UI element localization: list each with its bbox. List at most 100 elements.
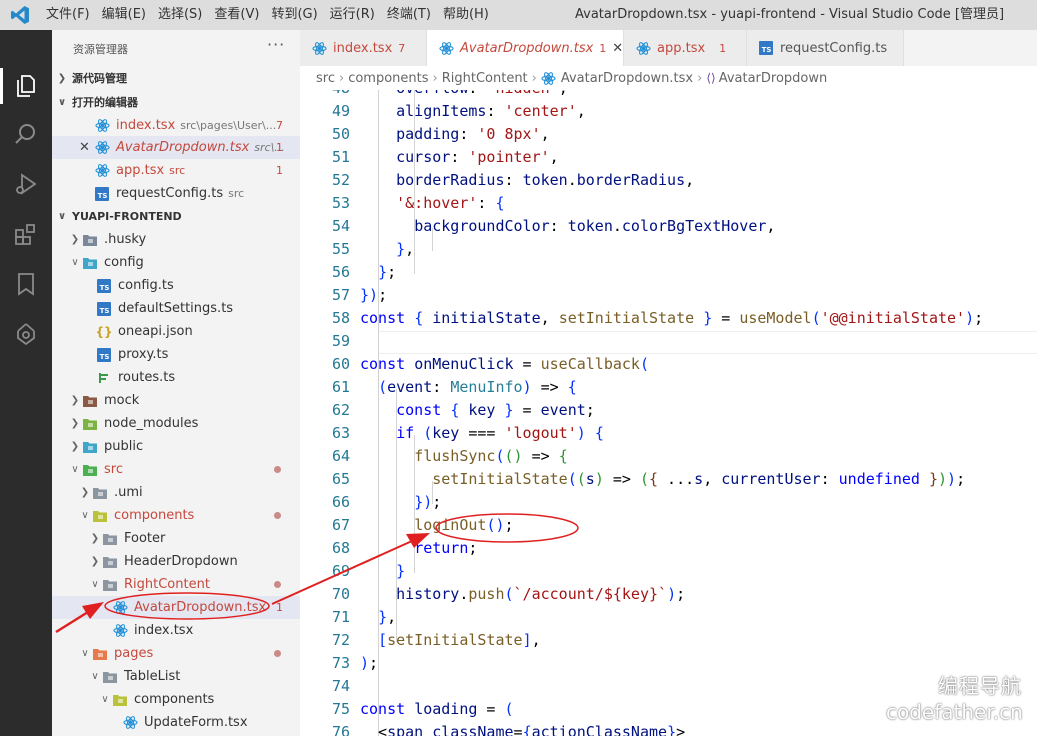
tab-request-config[interactable]: TS requestConfig.ts: [747, 30, 904, 66]
code-line[interactable]: },: [360, 240, 414, 258]
code-line[interactable]: const { key } = event;: [360, 401, 595, 419]
tree-folder[interactable]: ❯ Footer: [52, 527, 300, 550]
tree-folder[interactable]: ∨ config: [52, 251, 300, 274]
modified-dot: [274, 650, 281, 657]
tree-file[interactable]: TS defaultSettings.ts: [52, 297, 300, 320]
code-line[interactable]: '&:hover': {: [360, 194, 504, 212]
code-line[interactable]: });: [360, 286, 387, 304]
code-line[interactable]: backgroundColor: token.colorBgTextHover,: [360, 217, 775, 235]
section-project[interactable]: ∨ YUAPI-FRONTEND: [52, 205, 300, 227]
search-icon[interactable]: [10, 118, 42, 150]
code-line[interactable]: const { initialState, setInitialState } …: [360, 309, 983, 327]
menu-terminal[interactable]: 终端(T): [381, 0, 437, 30]
menu-view[interactable]: 查看(V): [208, 0, 265, 30]
more-actions-icon[interactable]: ···: [267, 35, 285, 54]
tree-file[interactable]: UpdateForm.tsx: [52, 711, 300, 734]
section-source-control[interactable]: ❯ 源代码管理: [52, 67, 300, 89]
explorer-icon[interactable]: [10, 70, 42, 102]
section-open-editors[interactable]: ∨ 打开的编辑器: [52, 91, 300, 113]
symbol-icon: ⟨⟩: [706, 71, 716, 85]
tree-file[interactable]: {} oneapi.json: [52, 320, 300, 343]
chevron-right-icon: ❯: [90, 556, 100, 567]
breadcrumb-item[interactable]: AvatarDropdown.tsx: [561, 71, 693, 86]
code-line[interactable]: );: [360, 654, 378, 672]
code-line[interactable]: overflow: 'hidden',: [360, 90, 568, 97]
menu-file[interactable]: 文件(F): [40, 0, 96, 30]
menu-help[interactable]: 帮助(H): [437, 0, 495, 30]
code-editor[interactable]: 48 overflow: 'hidden', 49 alignItems: 'ce…: [300, 90, 1037, 736]
react-file-icon: [94, 118, 110, 134]
folder-icon: [82, 393, 98, 409]
tree-folder[interactable]: ❯ mock: [52, 389, 300, 412]
menu-edit[interactable]: 编辑(E): [96, 0, 152, 30]
tree-folder[interactable]: ∨ RightContent: [52, 573, 300, 596]
code-line[interactable]: const loading = (: [360, 700, 514, 718]
tree-folder[interactable]: ∨ src: [52, 458, 300, 481]
menu-selection[interactable]: 选择(S): [152, 0, 208, 30]
code-line[interactable]: padding: '0 8px',: [360, 125, 550, 143]
menu-go[interactable]: 转到(G): [265, 0, 323, 30]
open-editor-item[interactable]: TS requestConfig.ts src: [52, 182, 300, 205]
code-line[interactable]: const onMenuClick = useCallback(: [360, 355, 649, 373]
tree-folder[interactable]: ∨ TableList: [52, 665, 300, 688]
open-editor-item[interactable]: ✕ AvatarDropdown.tsx src\... 1: [52, 136, 300, 159]
tab-app[interactable]: app.tsx 1: [624, 30, 747, 66]
tree-file[interactable]: TS config.ts: [52, 274, 300, 297]
explorer-sidebar: 资源管理器 ··· ❯ 源代码管理 ∨ 打开的编辑器 index.tsx src…: [52, 30, 300, 736]
code-line[interactable]: (event: MenuInfo) => {: [360, 378, 577, 396]
code-line[interactable]: [setInitialState],: [360, 631, 541, 649]
code-line[interactable]: });: [360, 493, 441, 511]
tree-folder[interactable]: ❯ .husky: [52, 228, 300, 251]
extensions-icon[interactable]: [10, 218, 42, 250]
tree-file[interactable]: index.tsx: [52, 619, 300, 642]
folder-icon: [102, 531, 118, 547]
code-line[interactable]: history.push(`/account/${key}`);: [360, 585, 685, 603]
tab-index[interactable]: index.tsx 7: [300, 30, 427, 66]
tree-folder[interactable]: ∨ components: [52, 504, 300, 527]
folder-open-icon: [112, 692, 128, 708]
open-editor-item[interactable]: index.tsx src\pages\User\... 7: [52, 114, 300, 137]
line-number: 63: [331, 424, 350, 442]
tree-folder[interactable]: ❯ node_modules: [52, 412, 300, 435]
code-line[interactable]: },: [360, 608, 396, 626]
code-line[interactable]: }: [360, 562, 405, 580]
code-line[interactable]: return;: [360, 539, 477, 557]
code-line[interactable]: cursor: 'pointer',: [360, 148, 559, 166]
line-number: 49: [331, 102, 350, 120]
code-line[interactable]: if (key === 'logout') {: [360, 424, 604, 442]
tree-folder[interactable]: ∨ components: [52, 688, 300, 711]
tree-file-active[interactable]: AvatarDropdown.tsx 1: [52, 596, 300, 619]
line-number: 57: [331, 286, 350, 304]
bookmark-icon[interactable]: [10, 268, 42, 300]
code-line[interactable]: };: [360, 263, 396, 281]
tree-folder[interactable]: ❯ .umi: [52, 481, 300, 504]
problem-count-badge: 7: [276, 119, 283, 132]
code-line[interactable]: borderRadius: token.borderRadius,: [360, 171, 694, 189]
tree-folder[interactable]: ∨ pages: [52, 642, 300, 665]
tree-file[interactable]: TS proxy.ts: [52, 343, 300, 366]
code-line[interactable]: alignItems: 'center',: [360, 102, 586, 120]
breadcrumb-item[interactable]: RightContent: [442, 71, 528, 86]
breadcrumb-item[interactable]: AvatarDropdown: [719, 71, 828, 86]
menu-run[interactable]: 运行(R): [324, 0, 381, 30]
code-line[interactable]: setInitialState((s) => ({ ...s, currentU…: [360, 470, 965, 488]
breadcrumb-item[interactable]: components: [348, 71, 428, 86]
svg-text:TS: TS: [100, 284, 110, 292]
code-line[interactable]: loginOut();: [360, 516, 513, 534]
folder-open-icon: [102, 669, 118, 685]
code-line[interactable]: flushSync(() => {: [360, 447, 568, 465]
close-icon[interactable]: ✕: [612, 41, 623, 56]
line-number: 70: [331, 585, 350, 603]
remote-icon[interactable]: [10, 318, 42, 350]
tree-folder[interactable]: ❯ public: [52, 435, 300, 458]
tree-folder[interactable]: ❯ HeaderDropdown: [52, 550, 300, 573]
open-editor-item[interactable]: app.tsx src 1: [52, 159, 300, 182]
close-icon[interactable]: ✕: [79, 140, 90, 155]
watermark-url: codefather.cn: [886, 700, 1023, 724]
run-debug-icon[interactable]: [10, 168, 42, 200]
breadcrumb-item[interactable]: src: [316, 71, 335, 86]
react-file-icon: [122, 715, 138, 731]
tab-avatar-dropdown[interactable]: AvatarDropdown.tsx 1 ✕: [427, 30, 624, 66]
tree-file[interactable]: routes.ts: [52, 366, 300, 389]
code-line[interactable]: <span className={actionClassName}>: [360, 723, 685, 736]
